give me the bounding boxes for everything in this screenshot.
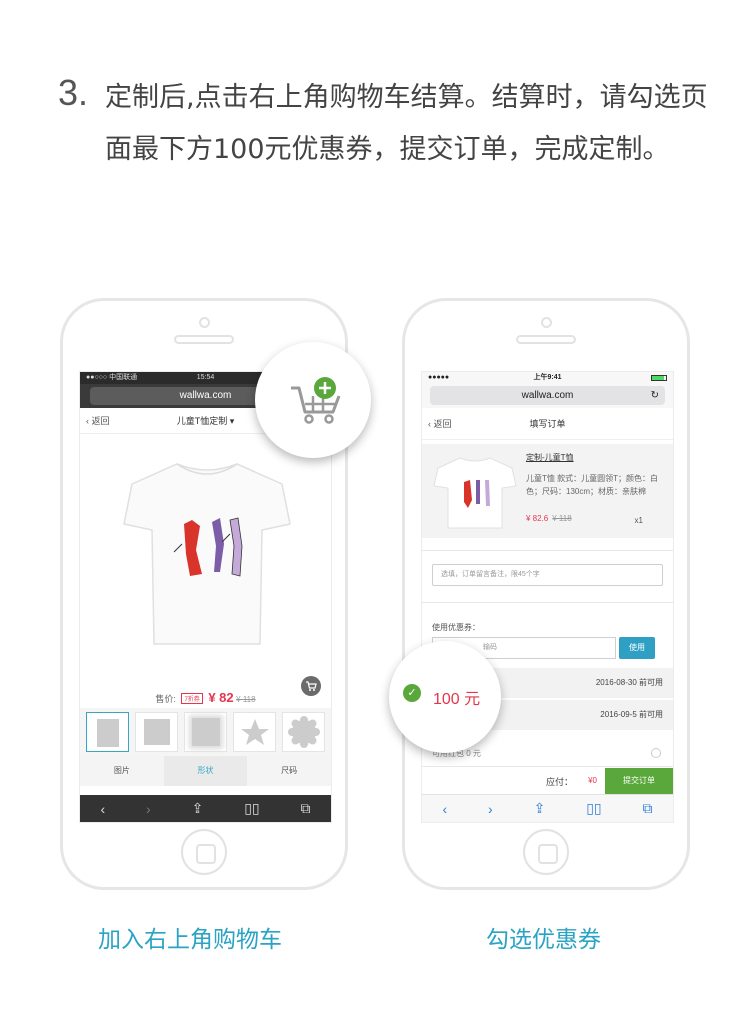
thumb-blur[interactable]: [184, 712, 227, 752]
home-button[interactable]: [181, 829, 227, 875]
shape-thumbnails: [80, 708, 331, 756]
back-arrow-icon[interactable]: ‹: [442, 801, 447, 817]
camera-icon: [199, 317, 210, 328]
order-item: 定制-儿童T恤 儿童T恤 款式：儿童圆领T；颜色：白色；尺码：130cm；材质：…: [422, 444, 673, 538]
tabs-icon[interactable]: ⧉: [643, 800, 653, 817]
caption-right: 勾选优惠券: [486, 927, 601, 953]
url-text: wallwa.com: [521, 390, 574, 401]
forward-arrow-icon[interactable]: ›: [488, 801, 493, 817]
coupon-amount: 100 元: [433, 691, 481, 708]
speaker-icon: [516, 335, 576, 344]
nav-bar: ‹ 返回 填写订单: [422, 408, 673, 440]
speaker-icon: [174, 335, 234, 344]
coupon-expiry: 2016-09-5 前可用: [600, 710, 663, 719]
forward-arrow-icon[interactable]: ›: [146, 801, 151, 817]
divider: [422, 550, 673, 551]
thumb-star[interactable]: [233, 712, 276, 752]
cart-callout[interactable]: [255, 342, 371, 458]
screen-right: ●●●●● 上午9:41 wallwa.com ↻ ‹ 返回 填写订单 定制-儿…: [421, 371, 674, 823]
order-note-input[interactable]: 选填，订单留言备注，限45个字: [432, 564, 663, 586]
product-quantity: x1: [634, 516, 643, 525]
browser-toolbar: ‹ › ⇪ ▯▯ ⧉: [422, 794, 673, 822]
use-coupon-button[interactable]: 使用: [619, 637, 655, 659]
coupon-expiry: 2016-08-30 前可用: [595, 678, 663, 687]
tab-size[interactable]: 尺码: [247, 756, 331, 786]
price-now: ¥ 82.6: [526, 514, 549, 523]
product-thumbnail: [433, 457, 517, 529]
product-name[interactable]: 定制-儿童T恤: [526, 452, 574, 463]
battery-icon: [651, 375, 667, 381]
tab-image[interactable]: 图片: [80, 756, 164, 786]
cart-icon[interactable]: [301, 676, 321, 696]
phone-right: ●●●●● 上午9:41 wallwa.com ↻ ‹ 返回 填写订单 定制-儿…: [402, 298, 690, 890]
payment-row: 应付： ¥0 提交订单: [422, 768, 673, 794]
original-price: ¥ 118: [236, 695, 256, 704]
address-bar[interactable]: wallwa.com ↻: [422, 384, 673, 408]
coupon-callout[interactable]: ✓ 100 元: [389, 641, 501, 753]
checkmark-icon: ✓: [403, 684, 421, 702]
caption-left: 加入右上角购物车: [98, 927, 282, 953]
home-button[interactable]: [523, 829, 569, 875]
clock: 上午9:41: [533, 374, 562, 381]
reload-icon[interactable]: ↻: [651, 386, 659, 405]
divider: [422, 602, 673, 603]
bookmarks-icon[interactable]: ▯▯: [244, 800, 259, 817]
thumb-rectangle[interactable]: [86, 712, 129, 752]
price-row: 售价: 7折券 ¥ 82 ¥ 118: [80, 690, 331, 705]
bookmarks-icon[interactable]: ▯▯: [586, 800, 601, 817]
product-price: ¥ 82.6 ¥ 118: [526, 514, 572, 523]
price-old: ¥ 118: [552, 514, 572, 523]
step-number: 3.: [58, 72, 89, 113]
back-arrow-icon[interactable]: ‹: [100, 801, 105, 817]
balance-radio[interactable]: [651, 748, 661, 758]
tab-shape[interactable]: 形状: [163, 756, 248, 786]
camera-icon: [541, 317, 552, 328]
add-to-cart-icon: [291, 377, 341, 424]
tabs-icon[interactable]: ⧉: [301, 800, 311, 817]
divider: [422, 766, 673, 767]
payable-label: 应付：: [545, 777, 573, 787]
product-preview: [80, 434, 331, 674]
share-icon[interactable]: ⇪: [192, 800, 204, 817]
url-field[interactable]: wallwa.com ↻: [430, 386, 665, 405]
page-title: 填写订单: [529, 419, 566, 429]
submit-order-button[interactable]: 提交订单: [605, 768, 673, 794]
share-icon[interactable]: ⇪: [534, 800, 546, 817]
tshirt-image: [123, 463, 291, 645]
thumb-flower[interactable]: [282, 712, 325, 752]
browser-toolbar: ‹ › ⇪ ▯▯ ⧉: [80, 795, 331, 822]
payable-amount: ¥0: [588, 776, 597, 785]
product-description: 儿童T恤 款式：儿童圆领T；颜色：白色；尺码：130cm；材质：亲肤棉: [526, 474, 658, 496]
discount-badge: 7折券: [181, 693, 203, 704]
current-price: ¥ 82: [208, 690, 234, 705]
option-tabs: 图片 形状 尺码: [80, 756, 331, 786]
status-bar: ●●●●● 上午9:41: [422, 372, 673, 384]
price-label: 售价:: [155, 694, 176, 704]
thumb-square[interactable]: [135, 712, 178, 752]
step-instruction: 定制后,点击右上角购物车结算。结算时，请勾选页面最下方100元优惠券，提交订单，…: [105, 82, 708, 165]
coupon-label: 使用优惠券：: [432, 623, 480, 632]
